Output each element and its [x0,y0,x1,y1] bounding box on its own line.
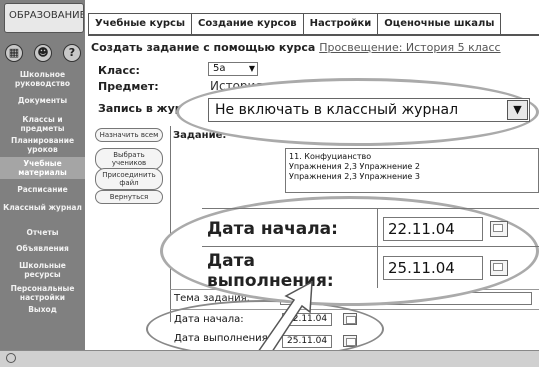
tab-grading-scales[interactable]: Оценочные шкалы [377,13,502,35]
journal-value: Не включать в классный журнал [215,102,459,118]
sidebar-item-school-resources[interactable]: Школьные ресурсы [0,259,85,281]
class-label: Класс: [98,64,140,77]
due-date-input[interactable]: 25.11.04 [383,256,483,280]
calendar-icon[interactable] [490,221,508,237]
chevron-down-icon[interactable]: ▼ [507,100,528,120]
tab-create-course[interactable]: Создание курсов [191,13,304,35]
calendar-icon[interactable] [490,260,508,276]
select-students-button[interactable]: Выбрать учеников [95,148,163,170]
attach-file-button[interactable]: Присоединить файл [95,168,163,190]
status-bar [0,350,539,367]
sidebar-item-reports[interactable]: Отчеты [0,228,85,237]
subject-label: Предмет: [98,80,159,93]
back-button[interactable]: Вернуться [95,190,163,204]
globe-icon [6,353,16,363]
grid-icon[interactable]: ▦ [5,44,23,62]
page-title-text: Создать задание с помощью курса [91,41,320,54]
help-icon[interactable]: ? [63,44,81,62]
divider [377,208,378,288]
task-list[interactable]: 11. Конфуцианство Упражнения 2,3 Упражне… [285,148,539,193]
assign-all-button[interactable]: Назначить всем [95,128,163,142]
class-value: 5а [213,63,226,74]
start-date-label: Дата начала: [207,219,338,239]
tab-divider [88,34,539,36]
course-link[interactable]: Просвещение: История 5 класс [319,41,500,54]
sidebar-item-exit[interactable]: Выход [0,305,85,314]
class-select[interactable]: 5а ▼ [208,62,258,76]
sidebar-item-schedule[interactable]: Расписание [0,185,85,194]
sidebar-item-announcements[interactable]: Объявления [0,244,85,253]
tab-courses[interactable]: Учебные курсы [88,13,192,35]
chevron-down-icon: ▼ [248,64,255,73]
people-icon[interactable]: ☻ [34,44,52,62]
start-date-input[interactable]: 22.11.04 [383,217,483,241]
app-logo: ОБРАЗОВАНИЕ [4,3,84,33]
sidebar-item-learning-materials[interactable]: Учебные материалы [0,157,85,179]
tab-bar: Учебные курсы Создание курсов Настройки … [88,13,502,35]
sidebar-item-personal-settings[interactable]: Персональные настройки [0,282,85,304]
sidebar-item-school-management[interactable]: Школьное руководство [0,68,85,90]
journal-select[interactable]: Не включать в классный журнал [208,98,530,122]
sidebar-item-class-journal[interactable]: Классный журнал [0,201,85,223]
zoom-arrow-icon [256,280,313,360]
tab-settings[interactable]: Настройки [302,13,379,35]
divider [202,208,539,209]
task-item[interactable]: Упражнения 2,3 Упражнение 3 [289,172,535,182]
page-title: Создать задание с помощью курса Просвеще… [91,41,501,54]
divider [202,246,539,247]
sidebar-item-lesson-planning[interactable]: Планирование уроков [0,134,85,156]
sidebar-item-classes[interactable]: Классы и предметы [0,113,85,135]
task-item[interactable]: 11. Конфуцианство [289,152,535,162]
task-item[interactable]: Упражнения 2,3 Упражнение 2 [289,162,535,172]
sidebar-item-documents[interactable]: Документы [0,96,85,105]
